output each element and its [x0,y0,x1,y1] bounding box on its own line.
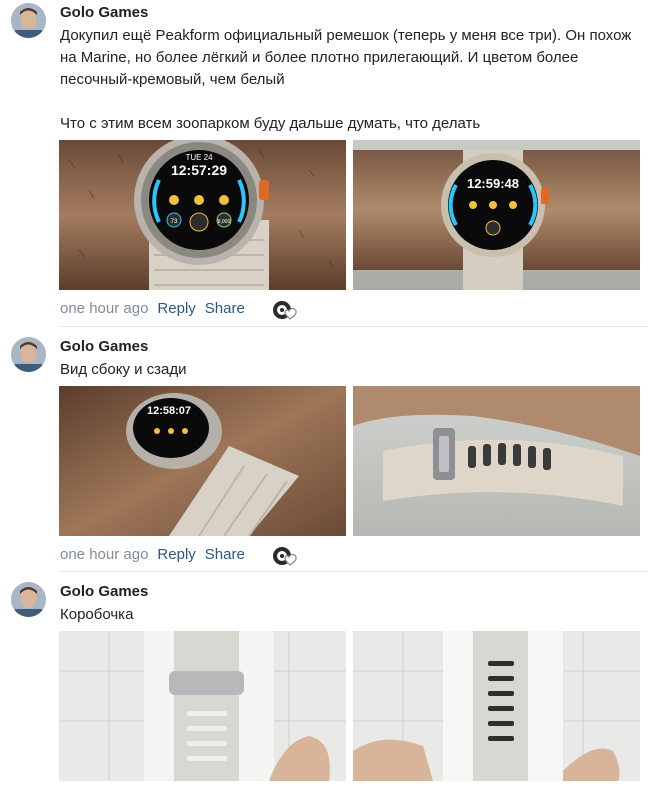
watch-day: TUE 24 [185,153,213,162]
author-name[interactable]: Golo Games [60,583,148,600]
photo-watch-side[interactable]: 12:58:07 [59,386,346,536]
divider [60,326,648,327]
author-name[interactable]: Golo Games [60,4,148,21]
photo-watch-back[interactable] [353,386,640,536]
reply-button[interactable]: Reply [157,546,195,563]
photo-watch-front[interactable]: TUE 24 12:57:29 73 8,000 [59,140,346,290]
reaction-icon[interactable] [272,299,302,321]
comment-text: Коробочка [60,606,134,623]
watch-steps: 8,000 [218,219,231,225]
comment-1: Golo Games Докупил ещё Peakform официаль… [0,0,654,330]
avatar[interactable] [11,582,46,617]
photo-box-1[interactable] [59,631,346,781]
comment-actions: one hour ago Reply Share [60,300,254,317]
avatar[interactable] [11,337,46,372]
avatar[interactable] [11,3,46,38]
watch-time: 12:59:48 [467,176,519,191]
reply-button[interactable]: Reply [157,300,195,317]
divider [60,571,648,572]
comment-actions: one hour ago Reply Share [60,546,254,563]
watch-time: 12:57:29 [171,162,227,178]
comment-3: Golo Games Коробочка [0,579,654,791]
reaction-icon[interactable] [272,545,302,567]
photo-box-2[interactable] [353,631,640,781]
watch-temp: 73 [171,219,178,225]
timestamp[interactable]: one hour ago [60,300,148,317]
comment-text: Вид сбоку и сзади [60,361,187,378]
comment-text: Докупил ещё Peakform официальный ремешок… [60,27,632,132]
photo-watch-wrist[interactable]: 12:59:48 [353,140,640,290]
share-button[interactable]: Share [205,300,245,317]
share-button[interactable]: Share [205,546,245,563]
comment-2: Golo Games Вид сбоку и сзади 12:58:07 on… [0,334,654,574]
watch-time: 12:58:07 [147,405,191,417]
timestamp[interactable]: one hour ago [60,546,148,563]
author-name[interactable]: Golo Games [60,338,148,355]
